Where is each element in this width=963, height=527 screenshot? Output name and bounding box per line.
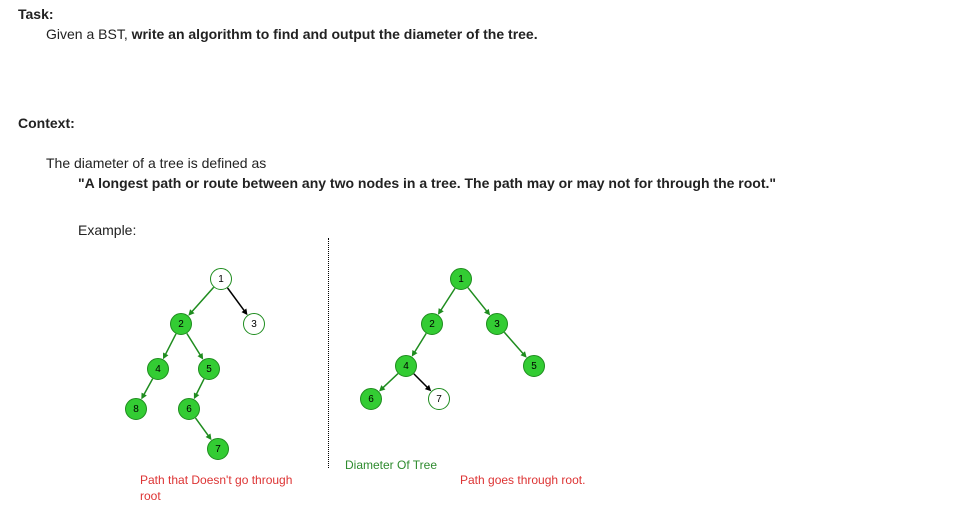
tree-node-2: 2 bbox=[170, 313, 192, 335]
caption-left: Path that Doesn't go through root bbox=[140, 473, 310, 504]
task-text: Given a BST, write an algorithm to find … bbox=[46, 26, 538, 42]
tree-node-7: 7 bbox=[428, 388, 450, 410]
tree-node-8: 8 bbox=[125, 398, 147, 420]
tree-node-6: 6 bbox=[360, 388, 382, 410]
definition-quote: "A longest path or route between any two… bbox=[78, 175, 948, 191]
caption-left-l2: root bbox=[140, 489, 161, 503]
tree-node-4: 4 bbox=[147, 358, 169, 380]
tree-node-6: 6 bbox=[178, 398, 200, 420]
example-label: Example: bbox=[78, 222, 136, 238]
tree-node-5: 5 bbox=[198, 358, 220, 380]
context-heading: Context: bbox=[18, 115, 75, 131]
tree-node-3: 3 bbox=[486, 313, 508, 335]
task-bold: write an algorithm to find and output th… bbox=[132, 26, 538, 42]
task-prefix: Given a BST, bbox=[46, 26, 132, 42]
tree-node-4: 4 bbox=[395, 355, 417, 377]
tree-node-1: 1 bbox=[210, 268, 232, 290]
definition-prefix: The diameter of a tree is defined as bbox=[46, 155, 266, 171]
tree-node-2: 2 bbox=[421, 313, 443, 335]
tree-node-1: 1 bbox=[450, 268, 472, 290]
caption-left-l1: Path that Doesn't go through bbox=[140, 473, 292, 487]
divider bbox=[328, 238, 329, 468]
tree-node-3: 3 bbox=[243, 313, 265, 335]
diameter-caption: Diameter Of Tree bbox=[345, 458, 437, 472]
tree-node-7: 7 bbox=[207, 438, 229, 460]
tree-node-5: 5 bbox=[523, 355, 545, 377]
task-heading: Task: bbox=[18, 6, 54, 22]
caption-right: Path goes through root. bbox=[460, 473, 585, 487]
diagram-area: Diameter Of Tree Path that Doesn't go th… bbox=[70, 258, 640, 513]
